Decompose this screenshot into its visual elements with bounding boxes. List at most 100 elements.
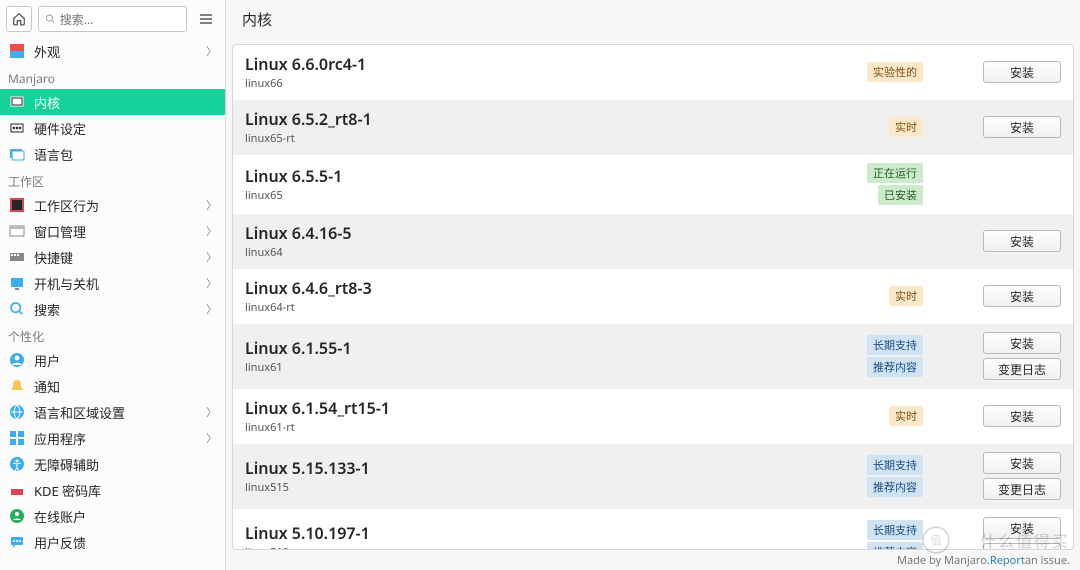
kernel-tags: 正在运行已安装 — [867, 163, 923, 205]
sidebar-item-kernel[interactable]: 内核 — [0, 89, 225, 115]
sidebar-item-label: 开机与关机 — [34, 274, 99, 293]
kernel-row: Linux 6.4.6_rt8-3linux64-rt实时安装 — [233, 269, 1073, 324]
sidebar-item-apps[interactable]: 应用程序〉 — [0, 425, 225, 451]
main: 内核 Linux 6.6.0rc4-1linux66实验性的安装Linux 6.… — [226, 0, 1080, 570]
locale-icon — [8, 403, 26, 421]
sidebar-item-users[interactable]: 用户 — [0, 347, 225, 373]
sidebar-item-label: 内核 — [34, 93, 60, 112]
sidebar-item-search[interactable]: 搜索 〉 — [0, 296, 225, 322]
startup-icon — [8, 274, 26, 292]
kernel-tags: 实时 — [889, 117, 923, 137]
sidebar-item-label: 窗口管理 — [34, 222, 86, 241]
sidebar-item-lang[interactable]: 语言包 — [0, 141, 225, 167]
kernel-subtitle: linux65-rt — [245, 131, 889, 146]
kernel-row: Linux 6.1.55-1linux61长期支持推荐内容 安装变更日志 — [233, 324, 1073, 389]
kernel-action-button[interactable]: 变更日志 — [983, 478, 1061, 500]
sidebar-group-header: Manjaro — [0, 64, 225, 89]
chevron-right-icon: 〉 — [206, 223, 217, 239]
kernel-subtitle: linux64 — [245, 245, 923, 260]
appearance-icon — [8, 42, 26, 60]
sidebar-item-a11y[interactable]: 无障碍辅助 — [0, 451, 225, 477]
kernel-tags: 长期支持推荐内容 — [867, 520, 923, 550]
chevron-right-icon: 〉 — [206, 301, 217, 317]
kernel-title: Linux 6.6.0rc4-1 — [245, 53, 867, 75]
kernel-tag: 推荐内容 — [867, 542, 923, 550]
kernel-info: Linux 5.15.133-1linux515 — [245, 457, 867, 495]
chevron-right-icon: 〉 — [206, 275, 217, 291]
feedback-icon — [8, 533, 26, 551]
kernel-row: Linux 6.5.2_rt8-1linux65-rt实时 安装 — [233, 100, 1073, 155]
sidebar-item-wsbehavior[interactable]: 工作区行为 〉 — [0, 192, 225, 218]
chevron-right-icon: 〉 — [206, 197, 217, 213]
footer: Made by Manjaro. Report an issue. — [226, 550, 1080, 570]
sidebar-item-shortcuts[interactable]: 快捷键〉 — [0, 244, 225, 270]
page-title: 内核 — [226, 0, 1080, 38]
kernel-tag: 推荐内容 — [867, 477, 923, 497]
kernel-row: Linux 5.15.133-1linux515长期支持推荐内容 安装变更日志 — [233, 444, 1073, 509]
kernel-tag: 实时 — [889, 406, 923, 426]
kernel-subtitle: linux65 — [245, 188, 867, 203]
kernel-tag: 正在运行 — [867, 163, 923, 183]
kernel-tag: 实验性的 — [867, 62, 923, 82]
kernel-buttons: 安装 — [983, 230, 1061, 252]
sidebar-item-notify[interactable]: 通知 — [0, 373, 225, 399]
sidebar-item-startup[interactable]: 开机与关机 〉 — [0, 270, 225, 296]
chevron-right-icon: 〉 — [206, 43, 217, 59]
kernel-title: Linux 6.1.54_rt15-1 — [245, 397, 889, 419]
kernel-tag: 长期支持 — [867, 335, 923, 355]
kernel-action-button[interactable]: 变更日志 — [983, 358, 1061, 380]
sidebar-group-header: 工作区 — [0, 167, 225, 192]
kernel-buttons: 安装 — [983, 405, 1061, 427]
sidebar-item-accounts[interactable]: 在线账户 — [0, 503, 225, 529]
hamburger-icon — [198, 11, 214, 27]
kernel-buttons: 安装变更日志 — [983, 517, 1061, 550]
kernel-tag: 实时 — [889, 117, 923, 137]
kernel-subtitle: linux66 — [245, 76, 867, 91]
kernel-title: Linux 5.10.197-1 — [245, 522, 867, 544]
sidebar-item-label: 硬件设定 — [34, 119, 86, 138]
sidebar-item-label: 工作区行为 — [34, 196, 99, 215]
search-input[interactable] — [60, 11, 180, 28]
lang-icon — [8, 145, 26, 163]
kernel-info: Linux 6.5.2_rt8-1linux65-rt — [245, 108, 889, 146]
accounts-icon — [8, 507, 26, 525]
kernel-tag: 长期支持 — [867, 455, 923, 475]
sidebar-item-feedback[interactable]: 用户反馈 — [0, 529, 225, 555]
kernel-info: Linux 6.1.55-1linux61 — [245, 337, 867, 375]
kernel-action-button[interactable]: 安装 — [983, 452, 1061, 474]
home-button[interactable] — [6, 6, 32, 32]
search-icon — [45, 13, 56, 25]
kernel-action-button[interactable]: 安装 — [983, 405, 1061, 427]
apps-icon — [8, 429, 26, 447]
menu-button[interactable] — [193, 6, 219, 32]
sidebar-item-wallet[interactable]: KDE 密码库 — [0, 477, 225, 503]
chevron-right-icon: 〉 — [206, 430, 217, 446]
kernel-list[interactable]: Linux 6.6.0rc4-1linux66实验性的安装Linux 6.5.2… — [232, 44, 1074, 550]
kernel-row: Linux 5.10.197-1linux510长期支持推荐内容安装变更日志 — [233, 509, 1073, 550]
sidebar-group-header: 个性化 — [0, 322, 225, 347]
kernel-action-button[interactable]: 安装 — [983, 332, 1061, 354]
sidebar-item-appearance[interactable]: 外观 〉 — [0, 38, 225, 64]
kernel-action-button[interactable]: 安装 — [983, 517, 1061, 539]
kernel-info: Linux 6.4.16-5linux64 — [245, 222, 923, 260]
kernel-action-button[interactable]: 安装 — [983, 230, 1061, 252]
kernel-tag: 推荐内容 — [867, 357, 923, 377]
footer-report-link[interactable]: Report — [990, 553, 1025, 568]
sidebar-item-hardware[interactable]: 硬件设定 — [0, 115, 225, 141]
kernel-tags: 长期支持推荐内容 — [867, 335, 923, 377]
kernel-row: Linux 6.5.5-1linux65正在运行已安装 — [233, 155, 1073, 214]
sidebar-item-winmgmt[interactable]: 窗口管理 〉 — [0, 218, 225, 244]
sidebar-item-label: 搜索 — [34, 300, 60, 319]
kernel-action-button[interactable]: 变更日志 — [983, 543, 1061, 550]
kernel-action-button[interactable]: 安装 — [983, 116, 1061, 138]
wsbehavior-icon — [8, 196, 26, 214]
kernel-action-button[interactable]: 安装 — [983, 61, 1061, 83]
sidebar-scroll[interactable]: 外观 〉 Manjaro内核硬件设定语言包工作区工作区行为〉窗口管理〉快捷键〉开… — [0, 38, 225, 570]
kernel-row: Linux 6.6.0rc4-1linux66实验性的 安装 — [233, 45, 1073, 100]
shortcuts-icon — [8, 248, 26, 266]
kernel-subtitle: linux515 — [245, 480, 867, 495]
kernel-title: Linux 6.5.2_rt8-1 — [245, 108, 889, 130]
search-input-wrapper[interactable] — [38, 6, 187, 32]
kernel-action-button[interactable]: 安装 — [983, 285, 1061, 307]
sidebar-item-locale[interactable]: 语言和区域设置〉 — [0, 399, 225, 425]
